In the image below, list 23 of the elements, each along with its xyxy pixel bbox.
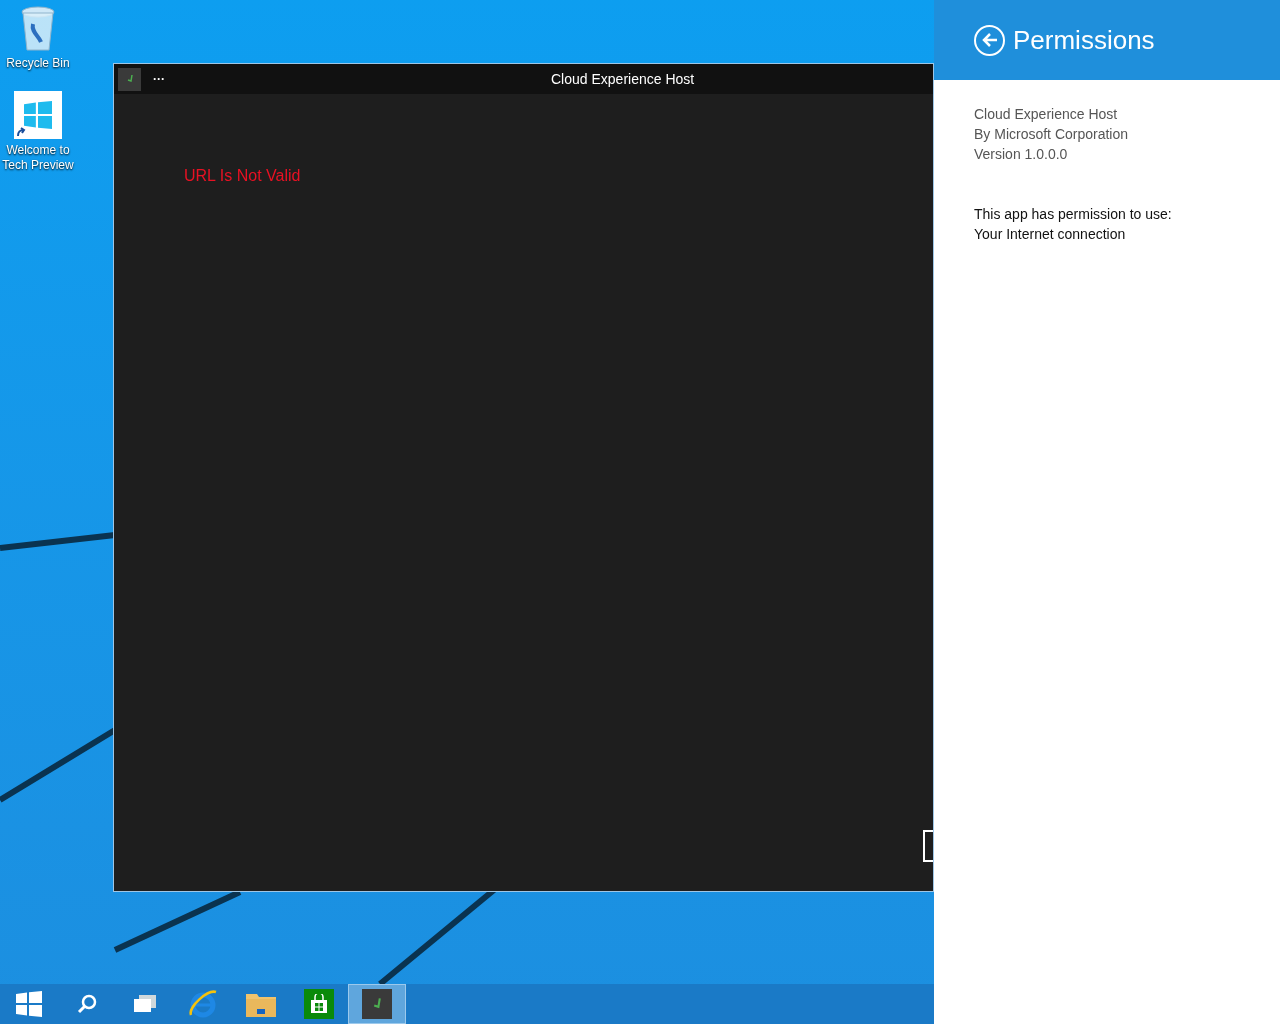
- desktop-icon-label[interactable]: Welcome to Tech Preview: [0, 143, 76, 173]
- windows-tile-icon: [14, 91, 62, 139]
- app-icon: [362, 989, 392, 1019]
- error-message: URL Is Not Valid: [184, 167, 301, 184]
- app-info-line: Version 1.0.0.0: [974, 145, 1069, 164]
- app-info-line: By Microsoft Corporation: [974, 125, 1130, 144]
- window-title: Cloud Experience Host: [551, 69, 695, 89]
- folder-icon: [246, 991, 276, 1017]
- store-icon: [304, 989, 334, 1019]
- windows-logo-icon: [16, 991, 42, 1017]
- more-menu[interactable]: ···: [153, 73, 165, 85]
- windows-stack-icon: [134, 995, 156, 1013]
- browser-e-icon: [188, 989, 218, 1019]
- desktop-icon-label[interactable]: Recycle Bin: [6, 56, 70, 71]
- permission-heading: This app has permission to use:: [974, 205, 1173, 224]
- taskbar-button[interactable]: [348, 984, 406, 1024]
- back-button[interactable]: [974, 24, 1005, 56]
- panel-title: Permissions: [1013, 23, 1155, 57]
- search-icon: [76, 993, 98, 1015]
- back-arrow-icon: [981, 33, 998, 47]
- trash-bin-icon: [21, 6, 55, 52]
- app-info-line: Cloud Experience Host: [974, 105, 1119, 124]
- permission-item: Your Internet connection: [974, 225, 1127, 244]
